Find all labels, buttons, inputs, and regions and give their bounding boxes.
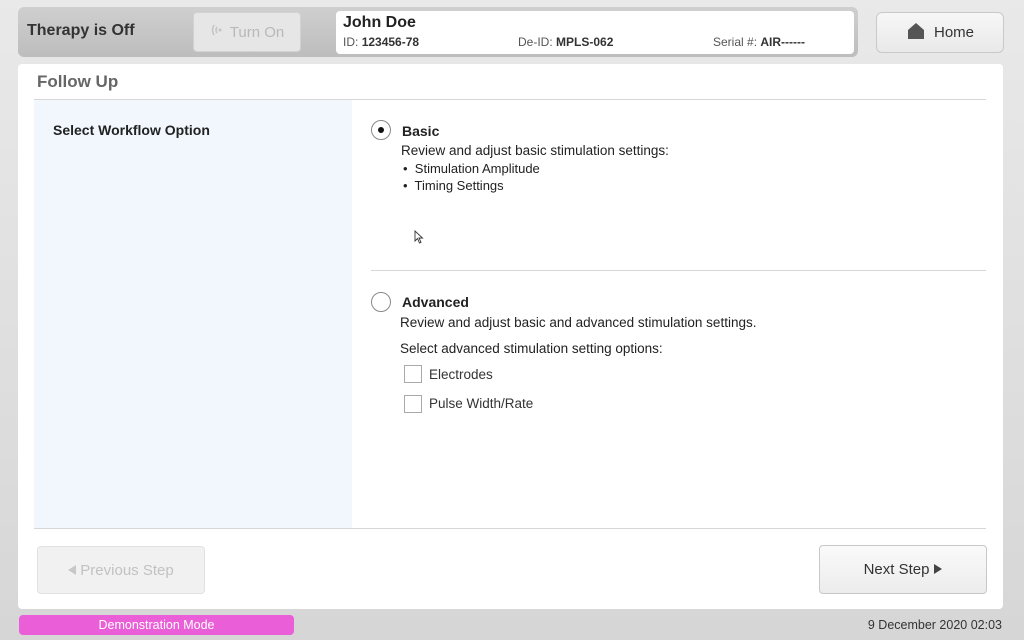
divider xyxy=(34,528,986,529)
triangle-right-icon xyxy=(934,561,943,578)
mouse-cursor-icon xyxy=(414,229,424,249)
home-label: Home xyxy=(933,24,974,41)
basic-bullet: • Timing Settings xyxy=(403,178,504,193)
signal-icon xyxy=(210,22,226,42)
patient-deid: De-ID: MPLS-062 xyxy=(518,35,614,49)
turn-on-label: Turn On xyxy=(229,23,285,41)
advanced-description: Review and adjust basic and advanced sti… xyxy=(400,315,757,330)
advanced-title[interactable]: Advanced xyxy=(402,294,469,310)
follow-up-panel: Follow Up Select Workflow Option Basic R… xyxy=(18,64,1003,609)
previous-step-button[interactable]: Previous Step xyxy=(37,546,205,594)
pulse-width-rate-checkbox[interactable] xyxy=(404,395,422,413)
electrodes-label[interactable]: Electrodes xyxy=(429,367,493,382)
patient-card: John Doe ID: 123456-78 De-ID: MPLS-062 S… xyxy=(336,11,854,54)
page-title: Follow Up xyxy=(37,72,119,91)
patient-name: John Doe xyxy=(343,14,416,31)
next-step-label: Next Step xyxy=(863,561,930,578)
triangle-left-icon xyxy=(68,562,77,579)
therapy-status: Therapy is Off xyxy=(27,22,135,39)
top-status-bar: Therapy is Off Turn On John Doe ID: 1234… xyxy=(18,7,858,57)
basic-title[interactable]: Basic xyxy=(402,123,439,139)
device-serial: Serial #: AIR------ xyxy=(713,35,806,49)
basic-description: Review and adjust basic stimulation sett… xyxy=(401,143,669,158)
next-step-button[interactable]: Next Step xyxy=(819,545,987,594)
home-icon xyxy=(906,21,926,45)
pulse-width-rate-label[interactable]: Pulse Width/Rate xyxy=(429,396,533,411)
home-button[interactable]: Home xyxy=(876,12,1004,53)
datetime: 9 December 2020 02:03 xyxy=(867,618,1002,632)
demonstration-mode-badge: Demonstration Mode xyxy=(19,615,294,635)
electrodes-checkbox[interactable] xyxy=(404,365,422,383)
basic-radio[interactable] xyxy=(371,120,391,140)
turn-on-button[interactable]: Turn On xyxy=(193,12,301,52)
workflow-heading: Select Workflow Option xyxy=(53,122,210,138)
left-column: Select Workflow Option xyxy=(34,100,352,528)
advanced-radio[interactable] xyxy=(371,292,391,312)
advanced-subheading: Select advanced stimulation setting opti… xyxy=(400,341,663,356)
basic-bullet: • Stimulation Amplitude xyxy=(403,161,540,176)
divider xyxy=(371,270,986,271)
patient-id: ID: 123456-78 xyxy=(343,35,420,49)
previous-step-label: Previous Step xyxy=(80,561,174,579)
